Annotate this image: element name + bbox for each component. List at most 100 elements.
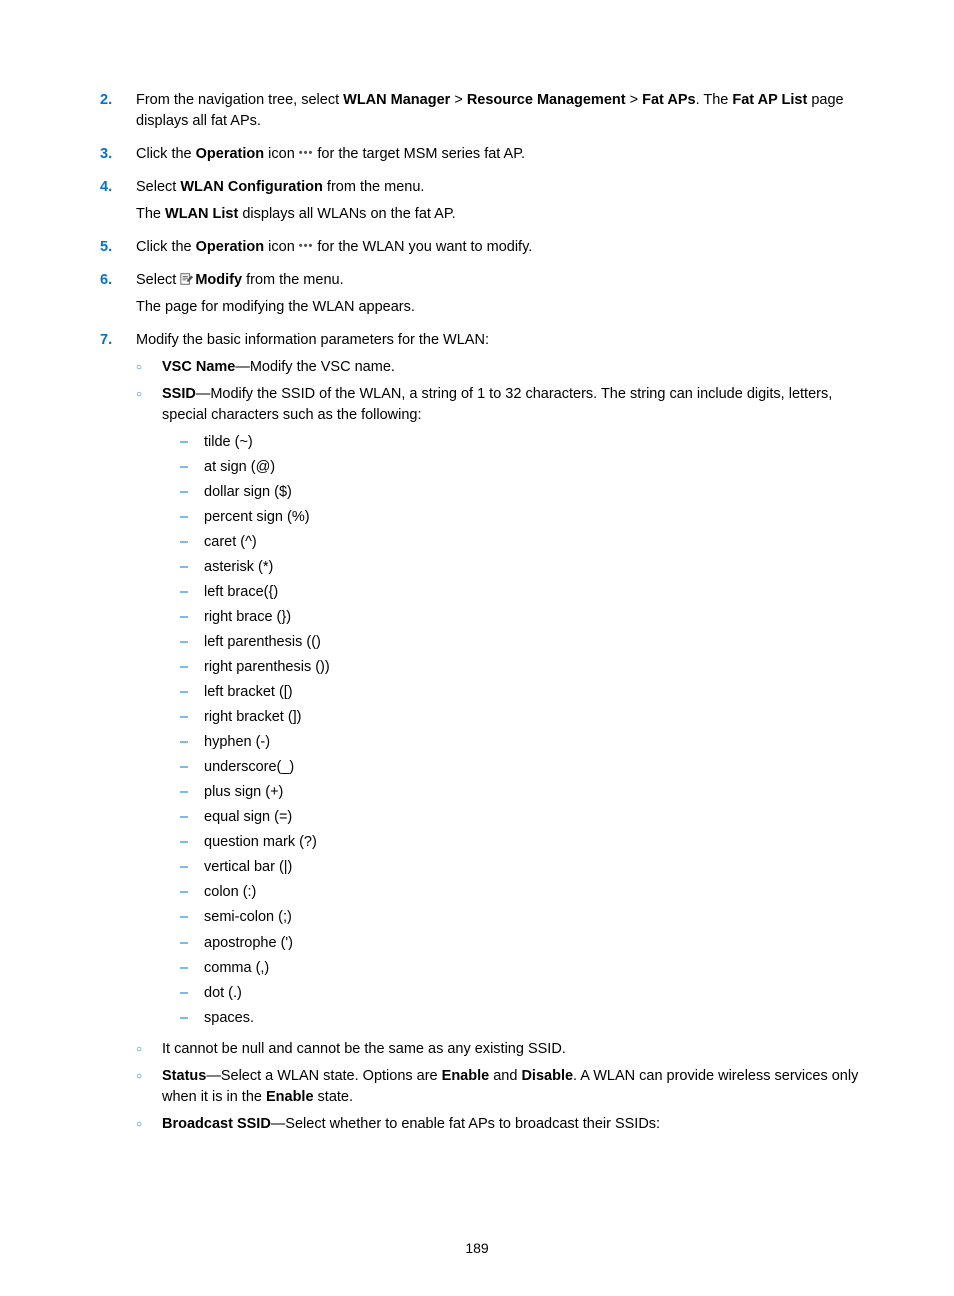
bold: Disable: [521, 1068, 573, 1084]
list-item-text: right bracket (]): [204, 707, 864, 728]
list-item: –left brace({): [180, 582, 864, 603]
modify-icon: [180, 272, 194, 286]
list-item: –caret (^): [180, 532, 864, 553]
step-body: Select WLAN Configuration from the menu.…: [136, 177, 864, 231]
step-body: Click the Operation icon ••• for the WLA…: [136, 237, 864, 264]
step-number: 7.: [100, 330, 136, 1141]
step-number: 3.: [100, 144, 136, 171]
bold: WLAN Configuration: [180, 179, 323, 195]
list-item: –underscore(_): [180, 757, 864, 778]
page-number: 189: [0, 1240, 954, 1256]
dash-bullet-icon: –: [180, 857, 204, 878]
bold: Operation: [196, 146, 264, 162]
text: Click the: [136, 239, 196, 255]
list-item-text: semi-colon (;): [204, 907, 864, 928]
bullet-not-null: ○ It cannot be null and cannot be the sa…: [136, 1039, 864, 1060]
ellipsis-icon: •••: [299, 147, 314, 159]
dash-bullet-icon: –: [180, 757, 204, 778]
list-item: –asterisk (*): [180, 557, 864, 578]
list-item: –comma (,): [180, 958, 864, 979]
text: icon: [264, 146, 299, 162]
text: —Select a WLAN state. Options are: [206, 1068, 441, 1084]
step-2: 2. From the navigation tree, select WLAN…: [100, 90, 864, 138]
text: from the menu.: [323, 179, 425, 195]
list-item: –dot (.): [180, 983, 864, 1004]
list-item-text: right brace (}): [204, 607, 864, 628]
bold: Enable: [442, 1068, 490, 1084]
text: . The: [696, 92, 733, 108]
list-item: –right brace (}): [180, 607, 864, 628]
list-item-text: at sign (@): [204, 457, 864, 478]
bullet-broadcast-ssid: ○ Broadcast SSID—Select whether to enabl…: [136, 1114, 864, 1135]
bold: SSID: [162, 386, 196, 402]
dash-bullet-icon: –: [180, 532, 204, 553]
dash-bullet-icon: –: [180, 682, 204, 703]
text: >: [450, 92, 467, 108]
special-chars-list: –tilde (~)–at sign (@)–dollar sign ($)–p…: [180, 432, 864, 1028]
dash-bullet-icon: –: [180, 958, 204, 979]
list-item: –at sign (@): [180, 457, 864, 478]
text: It cannot be null and cannot be the same…: [162, 1039, 864, 1060]
bullet-ssid: ○ SSID—Modify the SSID of the WLAN, a st…: [136, 384, 864, 1032]
bold: Fat AP List: [732, 92, 807, 108]
bold: Enable: [266, 1089, 314, 1105]
list-item-text: colon (:): [204, 882, 864, 903]
text: displays all WLANs on the fat AP.: [238, 206, 455, 222]
list-item-text: caret (^): [204, 532, 864, 553]
ellipsis-icon: •••: [299, 240, 314, 252]
list-item-text: apostrophe ('): [204, 933, 864, 954]
step-number: 6.: [100, 270, 136, 324]
text: Select: [136, 272, 180, 288]
list-item: –spaces.: [180, 1008, 864, 1029]
text: for the target MSM series fat AP.: [313, 146, 525, 162]
circle-bullet-icon: ○: [136, 1039, 162, 1060]
step-4: 4. Select WLAN Configuration from the me…: [100, 177, 864, 231]
bold: WLAN List: [165, 206, 238, 222]
step-body: Modify the basic information parameters …: [136, 330, 864, 1141]
dash-bullet-icon: –: [180, 432, 204, 453]
step-3: 3. Click the Operation icon ••• for the …: [100, 144, 864, 171]
dash-bullet-icon: –: [180, 907, 204, 928]
step-body: From the navigation tree, select WLAN Ma…: [136, 90, 864, 138]
list-item-text: left bracket ([): [204, 682, 864, 703]
dash-bullet-icon: –: [180, 807, 204, 828]
bold: Status: [162, 1068, 206, 1084]
circle-bullet-icon: ○: [136, 1066, 162, 1108]
text: —Modify the VSC name.: [235, 359, 395, 375]
bullet-status: ○ Status—Select a WLAN state. Options ar…: [136, 1066, 864, 1108]
text: The page for modifying the WLAN appears.: [136, 297, 864, 318]
list-item: –right bracket (]): [180, 707, 864, 728]
text: The: [136, 206, 165, 222]
step-number: 5.: [100, 237, 136, 264]
step-number: 4.: [100, 177, 136, 231]
dash-bullet-icon: –: [180, 457, 204, 478]
circle-bullet-icon: ○: [136, 357, 162, 378]
list-item-text: asterisk (*): [204, 557, 864, 578]
list-item: –left parenthesis ((): [180, 632, 864, 653]
text: Select: [136, 179, 180, 195]
bold: Operation: [196, 239, 264, 255]
list-item-text: underscore(_): [204, 757, 864, 778]
bold: Modify: [195, 272, 242, 288]
dash-bullet-icon: –: [180, 707, 204, 728]
dash-bullet-icon: –: [180, 582, 204, 603]
step-5: 5. Click the Operation icon ••• for the …: [100, 237, 864, 264]
list-item: –equal sign (=): [180, 807, 864, 828]
list-item: –percent sign (%): [180, 507, 864, 528]
list-item: –vertical bar (|): [180, 857, 864, 878]
bold: Broadcast SSID: [162, 1116, 271, 1132]
list-item: –right parenthesis ()): [180, 657, 864, 678]
list-item-text: percent sign (%): [204, 507, 864, 528]
list-item: –question mark (?): [180, 832, 864, 853]
bold: Resource Management: [467, 92, 626, 108]
dash-bullet-icon: –: [180, 983, 204, 1004]
dash-bullet-icon: –: [180, 882, 204, 903]
step-number: 2.: [100, 90, 136, 138]
list-item-text: dot (.): [204, 983, 864, 1004]
text: icon: [264, 239, 299, 255]
dash-bullet-icon: –: [180, 832, 204, 853]
list-item: –plus sign (+): [180, 782, 864, 803]
bold: VSC Name: [162, 359, 235, 375]
bullet-vsc-name: ○ VSC Name—Modify the VSC name.: [136, 357, 864, 378]
circle-bullet-icon: ○: [136, 1114, 162, 1135]
